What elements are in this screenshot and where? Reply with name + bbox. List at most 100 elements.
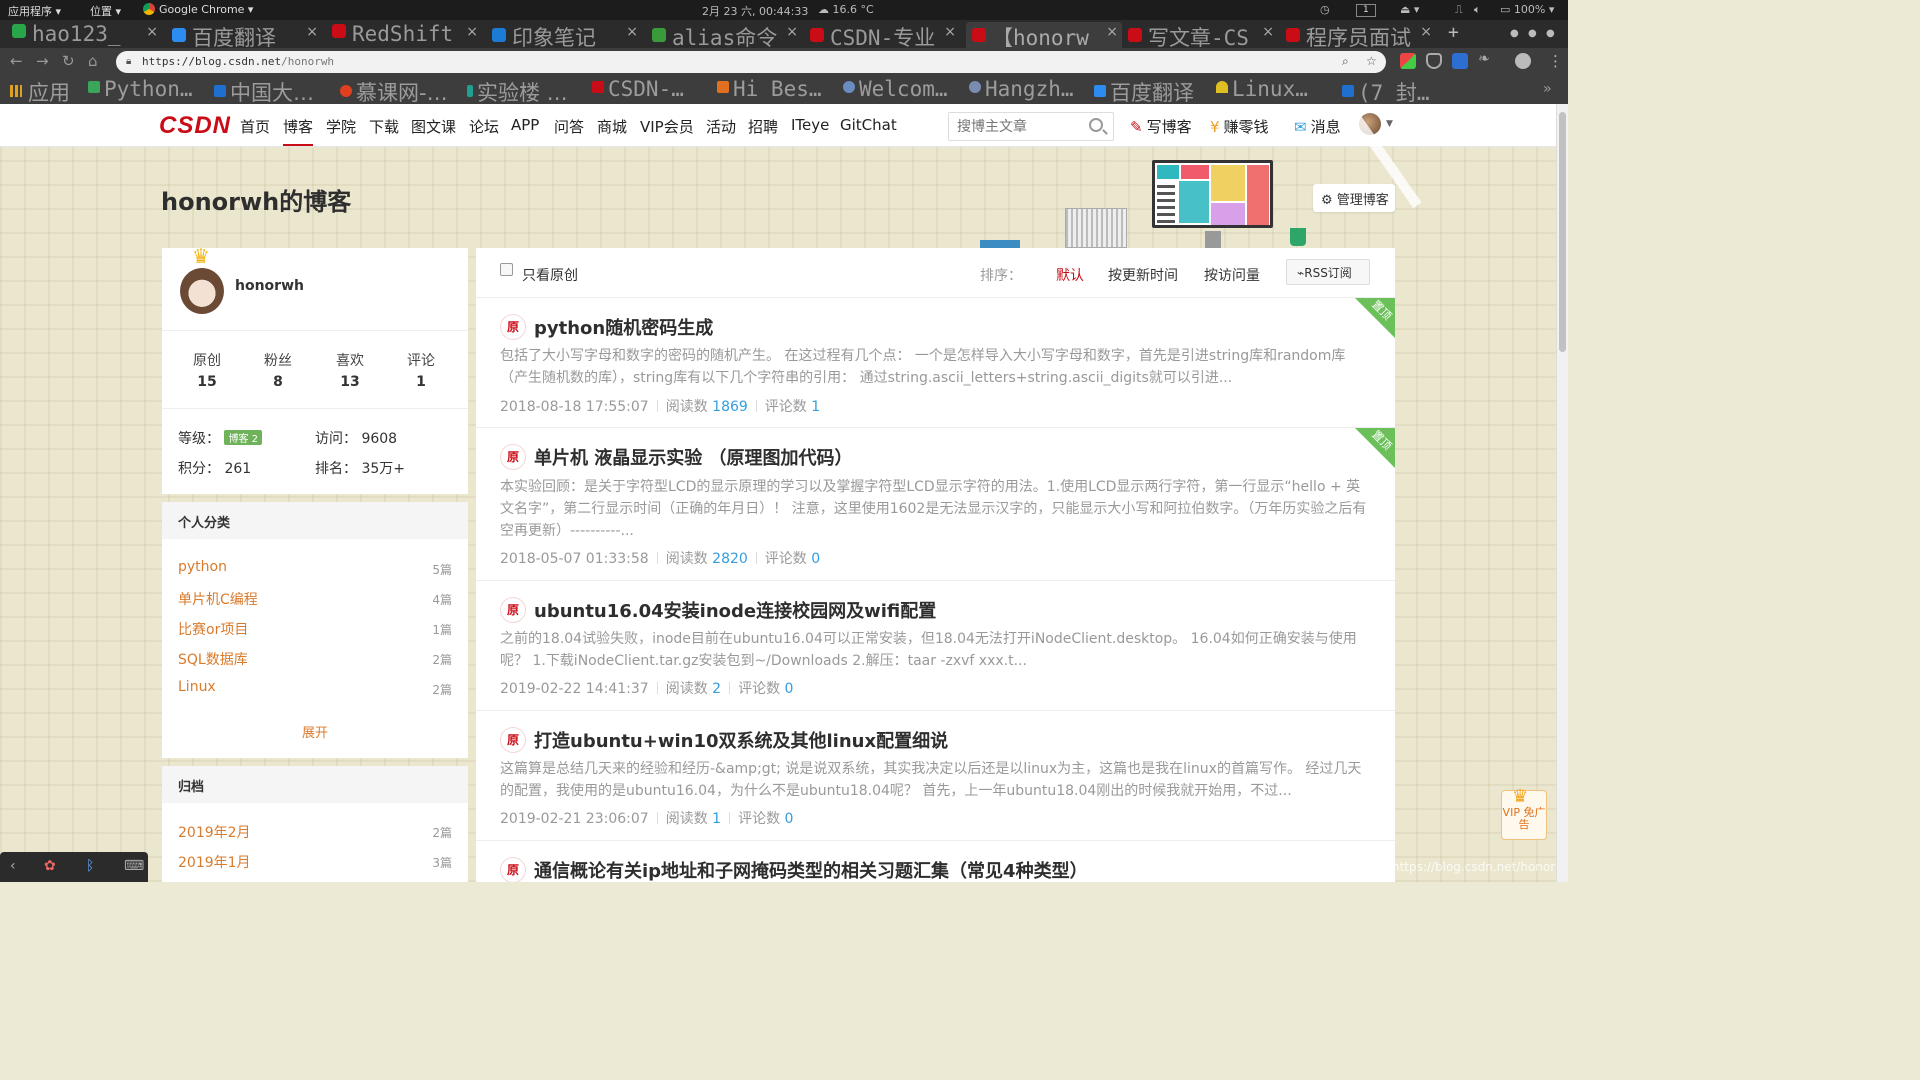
- rss-subscribe-button[interactable]: ⌁RSS订阅: [1286, 259, 1370, 285]
- close-tab-icon[interactable]: ×: [944, 24, 956, 40]
- category-item[interactable]: Linux 2篇: [178, 679, 452, 697]
- tab-alias[interactable]: alias命令 ×: [652, 22, 802, 48]
- expand-categories-button[interactable]: 展开: [162, 722, 468, 741]
- nav-picture-course[interactable]: 图文课: [411, 116, 456, 137]
- article-summary[interactable]: 包括了大小写字母和数字的密码的随机产生。 在这过程有几个点： 一个是怎样导入大小…: [500, 345, 1372, 389]
- article-title[interactable]: 通信概论有关ip地址和子网掩码类型的相关习题汇集（常见4种类型）: [534, 857, 1088, 882]
- category-item[interactable]: python 5篇: [178, 559, 452, 577]
- nav-home[interactable]: 首页: [240, 116, 270, 137]
- category-item[interactable]: SQL数据库 2篇: [178, 649, 452, 669]
- close-tab-icon[interactable]: ×: [146, 24, 158, 40]
- bookmark-star-icon[interactable]: ☆: [1366, 54, 1377, 68]
- nav-academy[interactable]: 学院: [326, 116, 356, 137]
- stat-likes[interactable]: 喜欢 13: [314, 350, 386, 390]
- caret-down-icon[interactable]: ▼: [1386, 119, 1393, 129]
- bluetooth-icon[interactable]: ᛒ: [86, 858, 94, 874]
- bookmark-mooc[interactable]: 中国大…: [214, 77, 314, 107]
- nav-jobs[interactable]: 招聘: [748, 116, 778, 137]
- bookmark-hi-best[interactable]: Hi Bes…: [717, 77, 822, 101]
- workspace-indicator[interactable]: 1: [1356, 4, 1376, 17]
- article-title[interactable]: 单片机 液晶显示实验 （原理图加代码）: [534, 444, 853, 470]
- zoom-icon[interactable]: ⌕: [1342, 54, 1349, 69]
- csdn-logo[interactable]: CSDN: [159, 112, 231, 140]
- nav-vip[interactable]: VIP会员: [640, 116, 694, 137]
- places-menu[interactable]: 位置 ▾: [90, 3, 121, 19]
- menu-dots-icon[interactable]: ⋮: [1548, 52, 1563, 70]
- scrollbar-thumb[interactable]: [1559, 112, 1566, 352]
- flower-app-icon[interactable]: ✿: [44, 858, 56, 874]
- bookmark-python[interactable]: Python…: [88, 77, 193, 101]
- home-icon[interactable]: ⌂: [88, 52, 98, 70]
- chevron-left-icon[interactable]: ‹: [10, 858, 16, 874]
- clock[interactable]: 2月 23 六, 00:44:33: [702, 3, 808, 19]
- tab-hao123[interactable]: hao123_ ×: [12, 22, 162, 48]
- translate-extension-icon[interactable]: [1452, 53, 1468, 69]
- nav-app[interactable]: APP: [511, 116, 539, 134]
- forward-icon[interactable]: →: [36, 52, 49, 70]
- stat-original[interactable]: 原创 15: [171, 350, 243, 390]
- battery-indicator[interactable]: ▭ 100% ▾: [1500, 3, 1554, 16]
- article-title[interactable]: ubuntu16.04安装inode连接校园网及wifi配置: [534, 597, 936, 623]
- nav-mall[interactable]: 商城: [597, 116, 627, 137]
- archive-item[interactable]: 2019年2月 2篇: [178, 822, 452, 842]
- bookmark-zhihu[interactable]: (7 封…: [1342, 77, 1430, 107]
- bookmark-baidu-translate[interactable]: 百度翻译: [1094, 77, 1194, 107]
- write-blog-link[interactable]: ✎ 写博客: [1130, 116, 1192, 137]
- stat-fans[interactable]: 粉丝 8: [242, 350, 314, 390]
- only-original-label[interactable]: 只看原创: [522, 265, 578, 285]
- article-item[interactable]: 原 python随机密码生成 包括了大小写字母和数字的密码的随机产生。 在这过程…: [476, 298, 1395, 428]
- article-item[interactable]: 原 单片机 液晶显示实验 （原理图加代码） 本实验回顾：是关于字符型LCD的显示…: [476, 428, 1395, 581]
- bookmarks-overflow-button[interactable]: »: [1543, 81, 1551, 97]
- close-tab-icon[interactable]: ×: [626, 24, 638, 40]
- manage-blog-button[interactable]: ⚙ 管理博客: [1313, 184, 1395, 212]
- volume-icon[interactable]: 🔈︎: [1474, 3, 1481, 17]
- bookmark-welcome[interactable]: Welcom…: [843, 77, 948, 101]
- close-tab-icon[interactable]: ×: [466, 24, 478, 40]
- search-icon[interactable]: [1089, 118, 1103, 132]
- close-tab-icon[interactable]: ×: [1420, 24, 1432, 40]
- keyboard-icon[interactable]: ⌨: [124, 858, 144, 874]
- category-item[interactable]: 比赛or项目 1篇: [178, 619, 452, 639]
- bookmark-shiyanlou[interactable]: 实验楼 …: [467, 77, 568, 107]
- sort-by-update[interactable]: 按更新时间: [1108, 265, 1178, 285]
- bookmark-linux[interactable]: Linux…: [1216, 77, 1308, 101]
- eject-icon[interactable]: ⏏ ▾: [1400, 3, 1419, 16]
- bookmark-hangzhou[interactable]: Hangzh…: [969, 77, 1074, 101]
- article-summary[interactable]: 之前的18.04试验失败，inode目前在ubuntu16.04可以正常安装，但…: [500, 628, 1372, 672]
- reload-icon[interactable]: ↻: [62, 52, 75, 70]
- minimize-icon[interactable]: ●: [1510, 28, 1519, 39]
- article-item[interactable]: 原 ubuntu16.04安装inode连接校园网及wifi配置 之前的18.0…: [476, 581, 1395, 711]
- timer-icon[interactable]: ◷: [1320, 3, 1330, 16]
- nav-events[interactable]: 活动: [706, 116, 736, 137]
- sort-default[interactable]: 默认: [1056, 265, 1084, 285]
- bookmark-csdn[interactable]: CSDN-…: [592, 77, 684, 101]
- nav-iteye[interactable]: ITeye: [791, 116, 829, 134]
- applications-menu[interactable]: 应用程序 ▾: [8, 3, 61, 19]
- bookmark-imooc[interactable]: 慕课网-…: [340, 77, 448, 107]
- profile-avatar[interactable]: [180, 268, 224, 314]
- article-summary[interactable]: 本实验回顾：是关于字符型LCD的显示原理的学习以及掌握字符型LCD显示字符的用法…: [500, 476, 1372, 542]
- extension-color-icon[interactable]: [1400, 53, 1416, 69]
- close-tab-icon[interactable]: ×: [786, 24, 798, 40]
- nav-qa[interactable]: 问答: [554, 116, 584, 137]
- article-summary[interactable]: 这篇算是总结几天来的经验和经历-&amp;gt; 说是说双系统，其实我决定以后还…: [500, 758, 1372, 802]
- close-tab-icon[interactable]: ×: [1262, 24, 1274, 40]
- bookmark-apps[interactable]: 应用: [10, 77, 70, 107]
- weather-indicator[interactable]: ☁ 16.6 °C: [818, 3, 874, 16]
- article-title[interactable]: 打造ubuntu+win10双系统及其他linux配置细说: [534, 727, 948, 753]
- address-bar[interactable]: 🔒︎ https://blog.csdn.net/honorwh ⌕ ☆: [116, 51, 1386, 73]
- nav-forum[interactable]: 论坛: [469, 116, 499, 137]
- page-scrollbar[interactable]: [1556, 104, 1568, 882]
- tab-write-article[interactable]: 写文章-CS ×: [1128, 22, 1278, 48]
- tab-redshift[interactable]: RedShift ×: [332, 22, 482, 48]
- shield-extension-icon[interactable]: [1426, 53, 1442, 69]
- lock-icon[interactable]: 🔒︎: [126, 56, 131, 67]
- article-item[interactable]: 原 打造ubuntu+win10双系统及其他linux配置细说 这篇算是总结几天…: [476, 711, 1395, 841]
- category-item[interactable]: 单片机C编程 4篇: [178, 589, 452, 609]
- nav-blog[interactable]: 博客: [283, 116, 314, 146]
- only-original-checkbox[interactable]: [500, 263, 513, 276]
- earn-money-link[interactable]: ¥ 赚零钱: [1210, 116, 1269, 137]
- leaf-extension-icon[interactable]: ❧: [1478, 51, 1494, 67]
- profile-username[interactable]: honorwh: [235, 278, 304, 294]
- tab-interview[interactable]: 程序员面试 ×: [1286, 22, 1436, 48]
